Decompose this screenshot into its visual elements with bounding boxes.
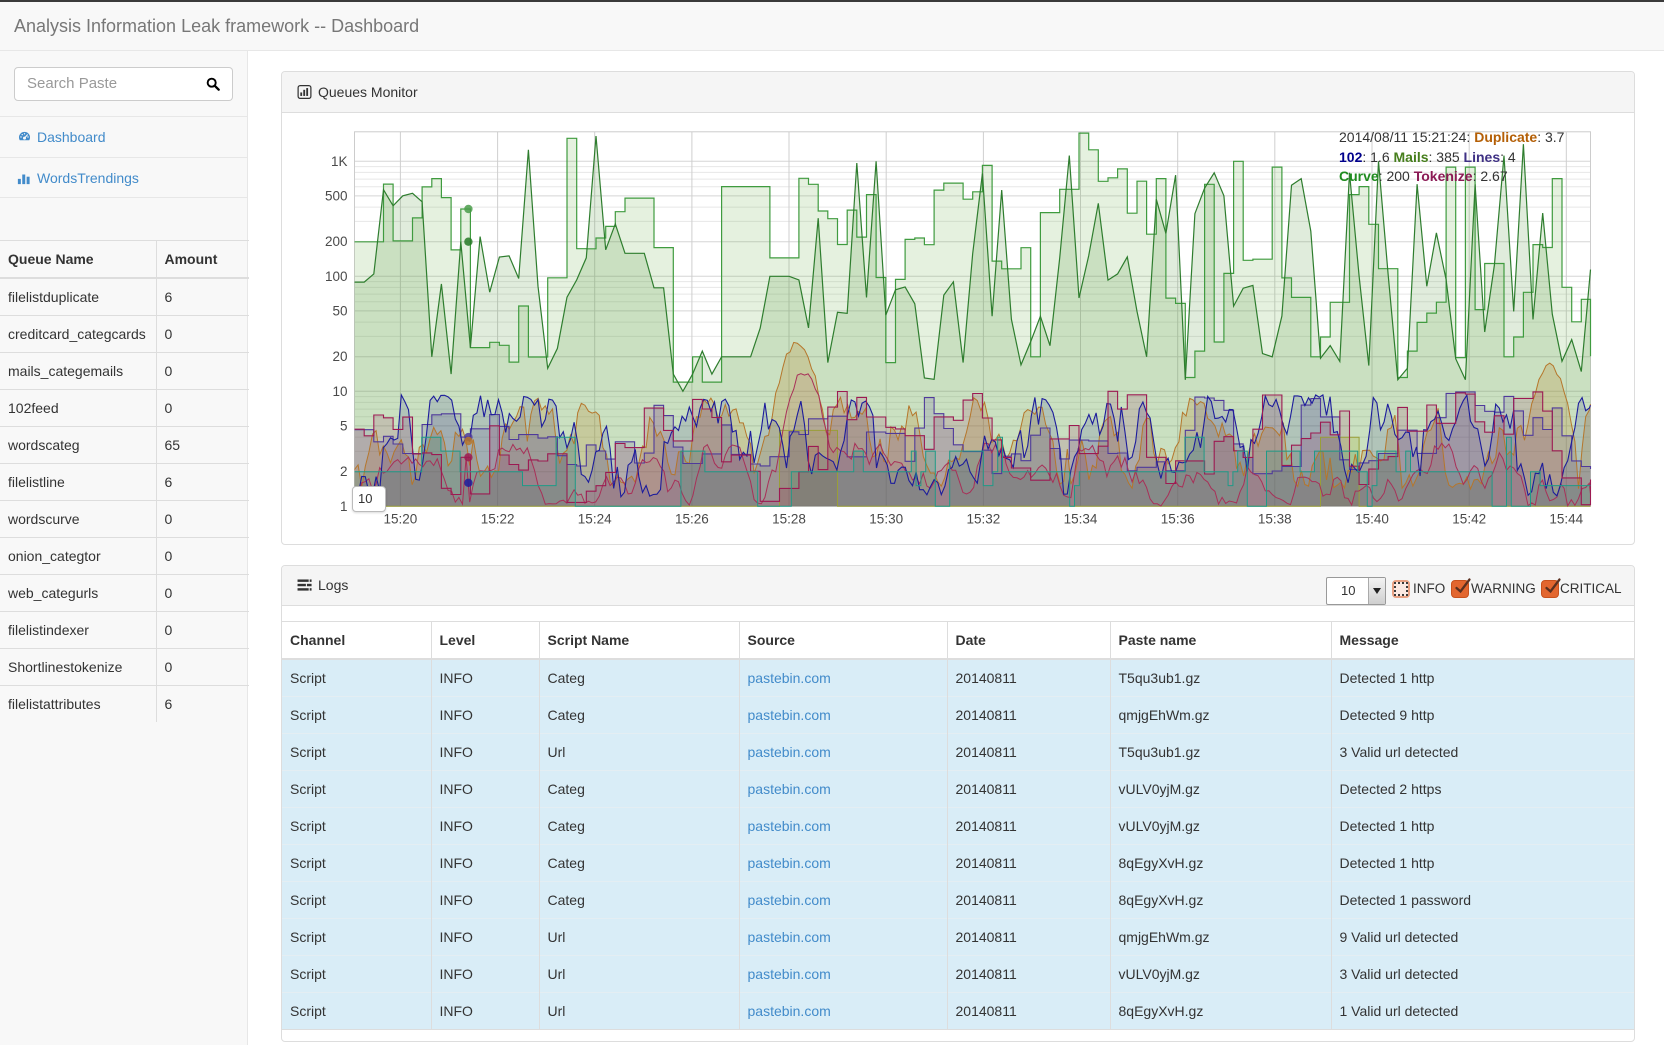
svg-text:15:24: 15:24 (578, 512, 612, 527)
svg-text:10: 10 (332, 384, 347, 399)
svg-text:15:26: 15:26 (675, 512, 709, 527)
svg-text:15:32: 15:32 (967, 512, 1001, 527)
svg-text:1K: 1K (331, 154, 348, 169)
svg-text:500: 500 (325, 188, 348, 203)
svg-text:15:44: 15:44 (1549, 512, 1583, 527)
svg-text:15:36: 15:36 (1161, 512, 1195, 527)
svg-text:200: 200 (325, 234, 348, 249)
svg-text:100: 100 (325, 269, 348, 284)
svg-text:15:30: 15:30 (869, 512, 903, 527)
svg-text:15:40: 15:40 (1355, 512, 1389, 527)
svg-text:50: 50 (332, 303, 347, 318)
svg-text:15:20: 15:20 (384, 512, 418, 527)
svg-text:15:38: 15:38 (1258, 512, 1292, 527)
svg-text:15:22: 15:22 (481, 512, 515, 527)
svg-text:15:34: 15:34 (1064, 512, 1098, 527)
svg-text:2: 2 (340, 464, 348, 479)
svg-text:5: 5 (340, 418, 348, 433)
svg-text:1: 1 (340, 499, 348, 514)
svg-text:15:42: 15:42 (1452, 512, 1486, 527)
svg-text:15:28: 15:28 (772, 512, 806, 527)
svg-text:20: 20 (332, 349, 347, 364)
